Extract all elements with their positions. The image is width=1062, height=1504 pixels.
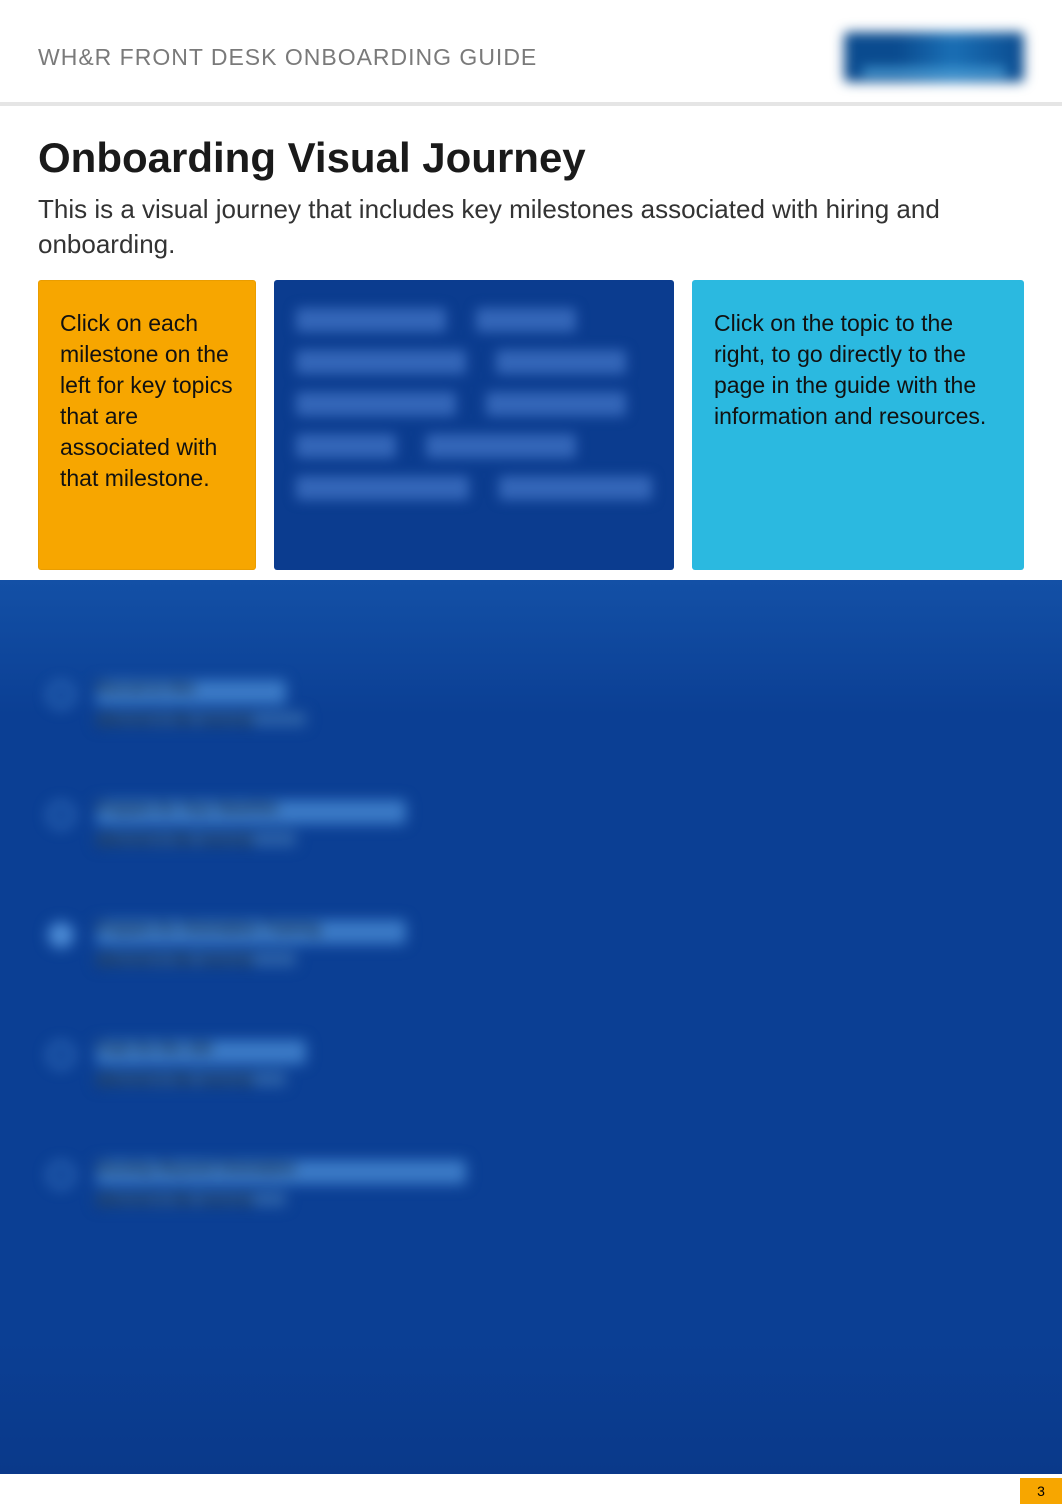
- instruction-panels: Click on each milestone on the left for …: [38, 280, 1024, 570]
- left-instruction-text: Click on each milestone on the left for …: [60, 310, 233, 491]
- milestone-subtitle: (blurred in the source): [96, 1072, 286, 1086]
- milestone-title: Prepare for Your NewHire: [96, 800, 406, 824]
- left-instruction-panel: Click on each milestone on the left for …: [38, 280, 256, 570]
- milestone-prepare-orientation[interactable]: Prepare for Orientation Training (blurre…: [48, 920, 1014, 966]
- page-number-tab: 3: [1020, 1478, 1062, 1504]
- milestone-list: Recruit & Hire (blurred in the source) P…: [0, 580, 1062, 1246]
- bullet-icon: [48, 682, 74, 708]
- top-content: Onboarding Visual Journey This is a visu…: [0, 134, 1062, 641]
- milestone-subtitle: (blurred in the source): [96, 712, 306, 726]
- header-title: WH&R FRONT DESK ONBOARDING GUIDE: [38, 44, 537, 71]
- wyndham-university-logo: [844, 32, 1024, 82]
- milestone-prepare-newhire[interactable]: Prepare for Your NewHire (blurred in the…: [48, 800, 1014, 846]
- page-number: 3: [1037, 1483, 1045, 1499]
- page-heading: Onboarding Visual Journey: [38, 134, 1024, 182]
- bullet-icon: [48, 1042, 74, 1068]
- milestone-title: Train for the Job: [96, 1040, 306, 1064]
- right-instruction-panel: Click on the topic to the right, to go d…: [692, 280, 1024, 570]
- page-subtitle: This is a visual journey that includes k…: [38, 192, 1024, 262]
- document-header: WH&R FRONT DESK ONBOARDING GUIDE: [0, 0, 1062, 106]
- milestone-develop-beyond[interactable]: Develop Beyond Orientation (blurred in t…: [48, 1160, 1014, 1206]
- milestone-recruit-hire[interactable]: Recruit & Hire (blurred in the source): [48, 680, 1014, 726]
- milestone-train-job[interactable]: Train for the Job (blurred in the source…: [48, 1040, 1014, 1086]
- right-instruction-text: Click on the topic to the right, to go d…: [714, 310, 986, 429]
- milestone-subtitle: (blurred in the source): [96, 832, 296, 846]
- milestone-subtitle: (blurred in the source): [96, 1192, 286, 1206]
- bullet-icon: [48, 802, 74, 828]
- bullet-icon: [48, 1162, 74, 1188]
- milestone-subtitle: (blurred in the source): [96, 952, 296, 966]
- bullet-icon: [48, 922, 74, 948]
- milestone-title: Recruit & Hire: [96, 680, 286, 704]
- milestone-title: Prepare for Orientation Training: [96, 920, 406, 944]
- milestones-section: Recruit & Hire (blurred in the source) P…: [0, 580, 1062, 1474]
- milestone-title: Develop Beyond Orientation: [96, 1160, 466, 1184]
- center-milestone-map[interactable]: [274, 280, 674, 570]
